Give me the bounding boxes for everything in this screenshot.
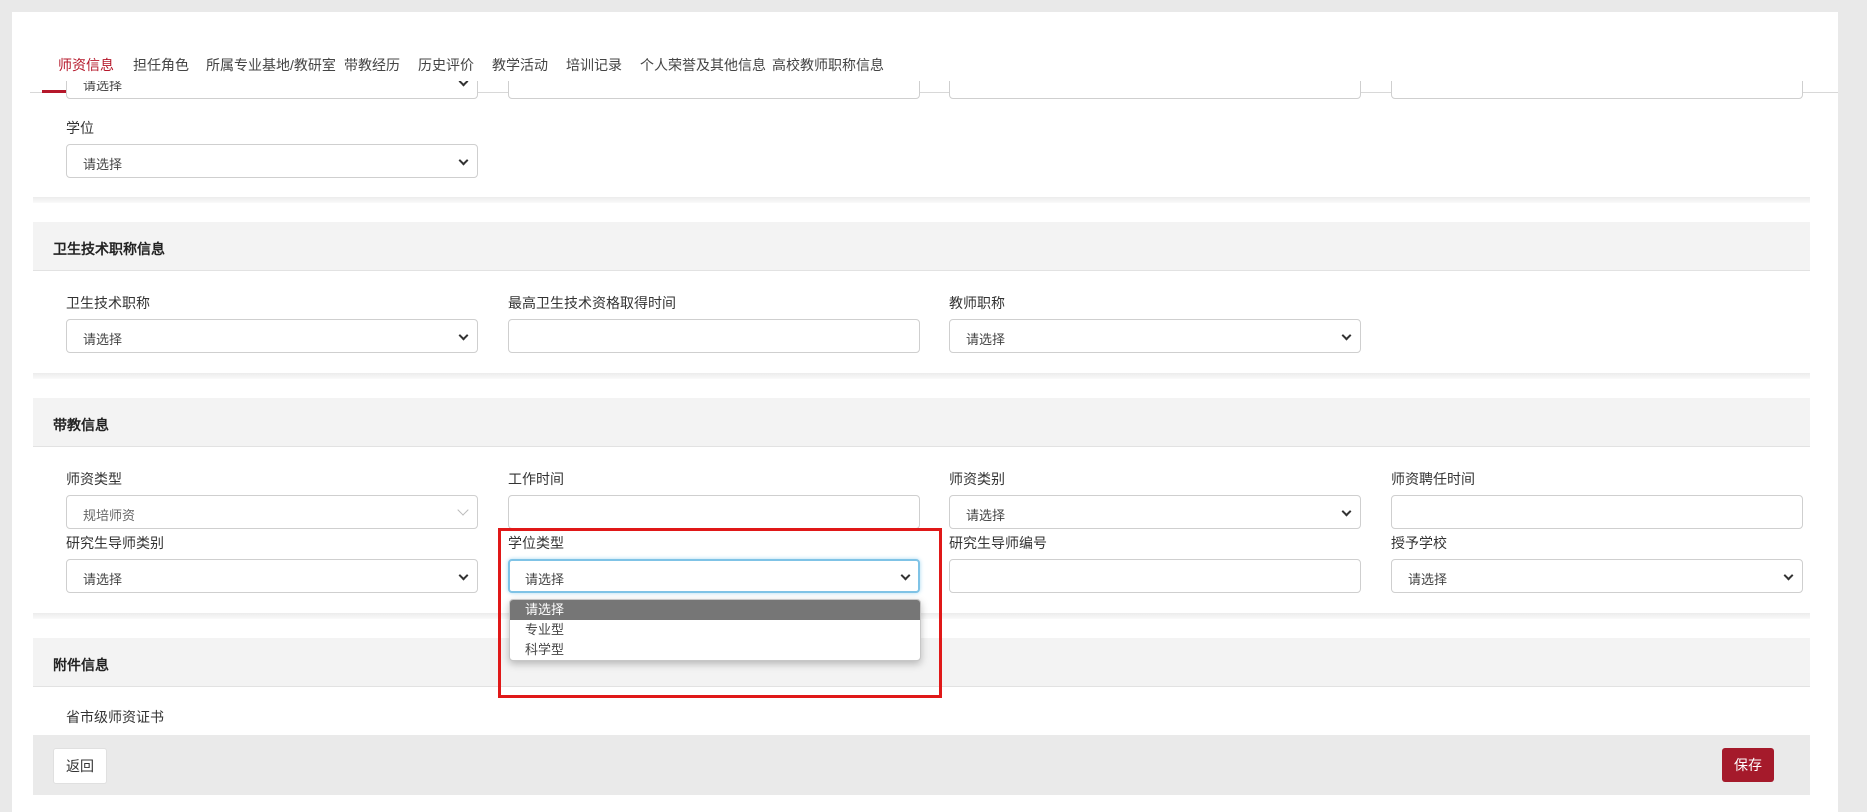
save-button[interactable]: 保存 [1722,748,1774,782]
health-title-label: 卫生技术职称 [66,295,150,311]
teacher-title-label: 教师职称 [949,295,1005,311]
section-title: 带教信息 [53,417,109,433]
section-title: 卫生技术职称信息 [53,241,165,257]
degree-select[interactable]: 请选择 [66,144,478,178]
teacher-category-label: 师资类别 [949,471,1005,487]
select-value: 规培师资 [83,508,136,523]
chevron-down-icon [458,155,469,166]
chevron-down-icon [1341,506,1352,517]
partial-input-2[interactable] [508,81,920,99]
form-footer: 返回 保存 [33,735,1810,795]
health-title-select[interactable]: 请选择 [66,319,478,353]
teacher-type-select[interactable]: 规培师资 [66,495,478,529]
supervisor-category-label: 研究生导师类别 [66,535,164,551]
appointment-time-label: 师资聘任时间 [1391,471,1475,487]
appointment-time-input[interactable] [1391,495,1803,529]
chevron-down-icon [458,330,469,341]
supervisor-number-label: 研究生导师编号 [949,535,1047,551]
chevron-down-icon [1341,330,1352,341]
attachment-section-header: 附件信息 [33,638,1810,687]
section-divider [33,373,1810,379]
dropdown-option[interactable]: 请选择 [510,600,920,620]
degree-label: 学位 [66,120,94,136]
partial-input-3[interactable] [949,81,1361,99]
health-title-section-header: 卫生技术职称信息 [33,222,1810,271]
chevron-down-icon [1783,570,1794,581]
section-divider [33,197,1810,203]
teacher-type-label: 师资类型 [66,471,122,487]
section-divider [33,613,1810,619]
degree-type-select[interactable]: 请选择 [508,559,920,593]
chevron-down-icon [458,570,469,581]
teaching-section-header: 带教信息 [33,398,1810,447]
work-time-input[interactable] [508,495,920,529]
teacher-category-select[interactable]: 请选择 [949,495,1361,529]
form-content: 请选择 学位 请选择 卫生技术职称信息 卫生技术职称 请选择 最高卫生技术资格取… [33,81,1810,735]
section-title: 附件信息 [53,657,109,673]
awarding-school-label: 授予学校 [1391,535,1447,551]
degree-type-label: 学位类型 [508,535,564,551]
supervisor-category-select[interactable]: 请选择 [66,559,478,593]
degree-type-dropdown: 请选择 专业型 科学型 [509,599,921,661]
teacher-title-select[interactable]: 请选择 [949,319,1361,353]
partial-select-value: 请选择 [83,81,123,93]
select-value: 请选择 [966,508,1006,523]
dropdown-option[interactable]: 专业型 [510,620,920,640]
back-button[interactable]: 返回 [53,748,107,784]
select-value: 请选择 [83,332,123,347]
chevron-down-icon [458,81,469,87]
select-value: 请选择 [83,572,123,587]
dropdown-option[interactable]: 科学型 [510,640,920,660]
degree-select-value: 请选择 [83,157,123,172]
highest-qualification-time-input[interactable] [508,319,920,353]
select-value: 请选择 [966,332,1006,347]
highest-qualification-time-label: 最高卫生技术资格取得时间 [508,295,676,311]
chevron-down-icon [457,504,469,516]
select-value: 请选择 [525,572,565,587]
work-time-label: 工作时间 [508,471,564,487]
supervisor-number-input[interactable] [949,559,1361,593]
partial-select[interactable]: 请选择 [66,81,478,99]
partial-input-4[interactable] [1391,81,1803,99]
provincial-cert-label: 省市级师资证书 [66,709,164,725]
select-value: 请选择 [1408,572,1448,587]
chevron-down-icon [900,570,911,581]
awarding-school-select[interactable]: 请选择 [1391,559,1803,593]
